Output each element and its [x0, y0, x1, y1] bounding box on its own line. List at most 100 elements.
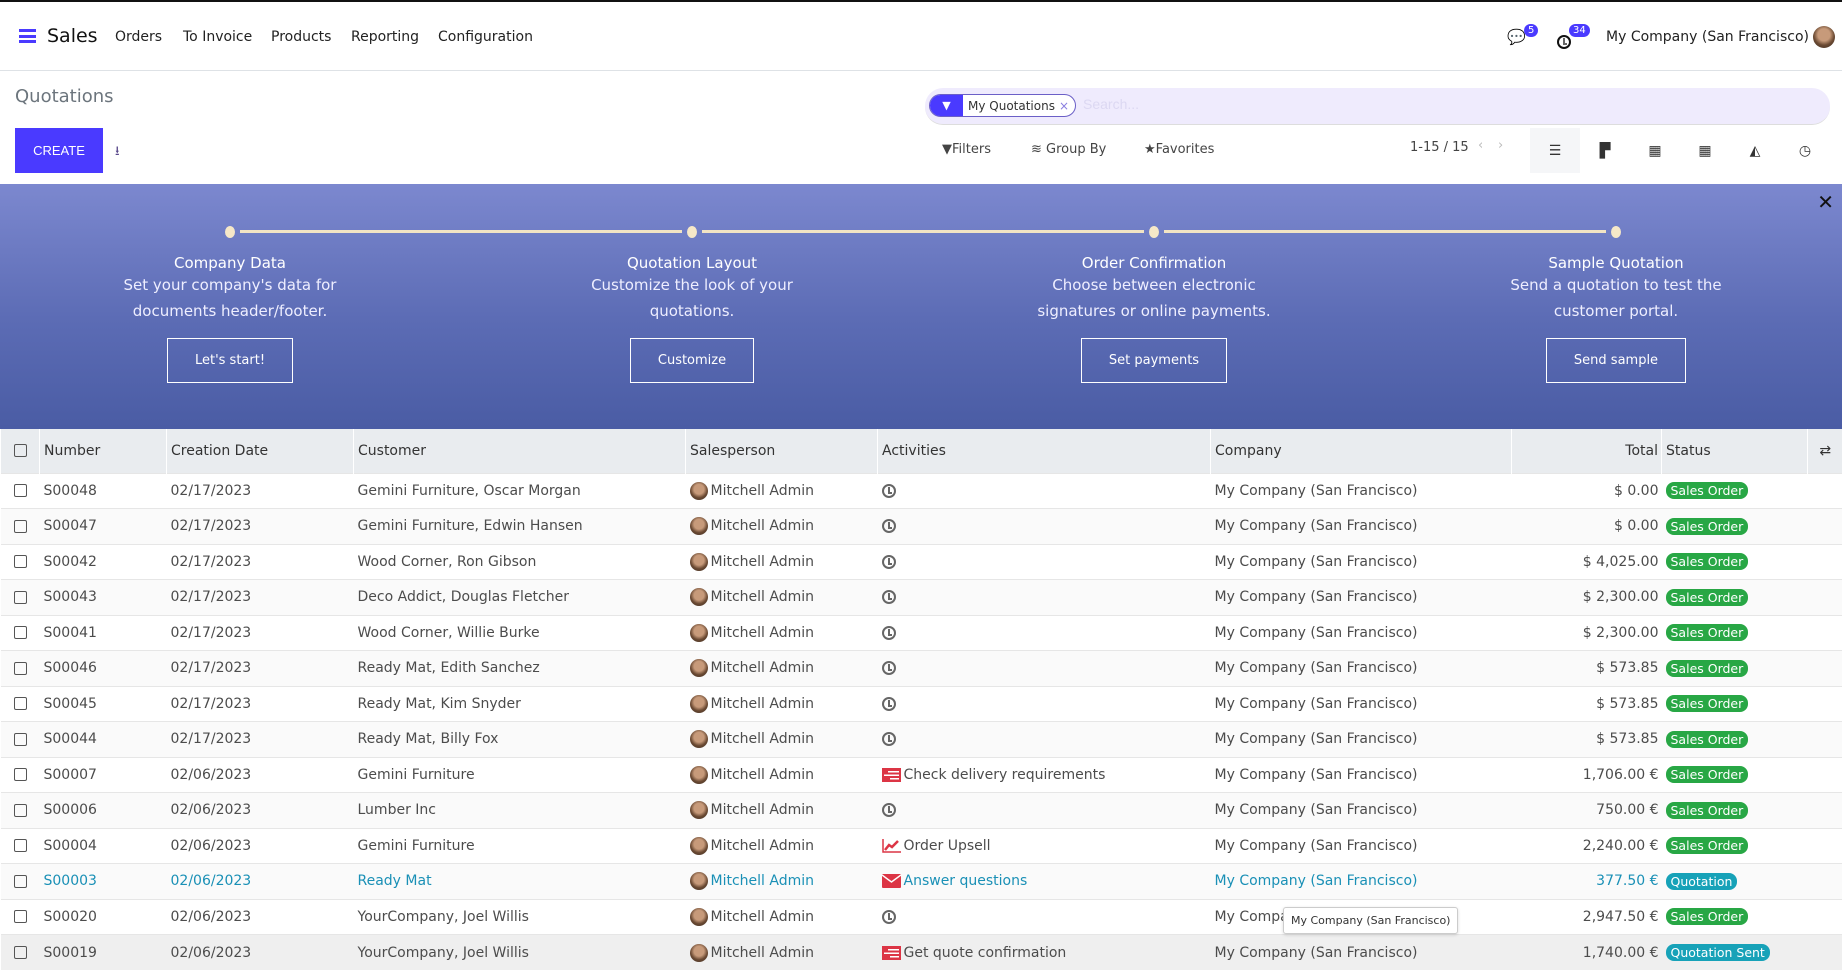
menu-icon[interactable] — [19, 29, 36, 43]
activity-envelope-icon[interactable] — [882, 873, 904, 889]
activity-summary[interactable]: Get quote confirmation — [904, 945, 1067, 961]
row-checkbox[interactable] — [14, 946, 27, 959]
row-checkbox[interactable] — [14, 662, 27, 675]
row-checkbox[interactable] — [14, 839, 27, 852]
cell-customer: Gemini Furniture — [354, 828, 686, 864]
cell-company: My Company (San Francisco) — [1211, 722, 1512, 758]
close-banner-icon[interactable]: ✕ — [1817, 190, 1834, 214]
table-row[interactable]: S0004702/17/2023Gemini Furniture, Edwin … — [1, 509, 1842, 545]
cell-date: 02/06/2023 — [167, 935, 354, 970]
app-name[interactable]: Sales — [47, 25, 98, 47]
col-creation-date[interactable]: Creation Date — [167, 429, 354, 473]
table-row[interactable]: S0004202/17/2023Wood Corner, Ron GibsonM… — [1, 544, 1842, 580]
activities-icon[interactable] — [1557, 35, 1571, 49]
table-row[interactable]: S0000402/06/2023Gemini FurnitureMitchell… — [1, 828, 1842, 864]
favorites-button[interactable]: ★Favorites — [1144, 142, 1214, 157]
cell-salesperson: Mitchell Admin — [711, 873, 815, 889]
cell-total: $ 0.00 — [1512, 509, 1662, 545]
row-checkbox[interactable] — [14, 520, 27, 533]
activity-clock-icon[interactable] — [882, 910, 896, 924]
table-row[interactable]: S0004402/17/2023Ready Mat, Billy FoxMitc… — [1, 722, 1842, 758]
download-icon[interactable]: ⭳ — [115, 142, 120, 164]
nav-reporting[interactable]: Reporting — [351, 29, 419, 45]
table-row[interactable]: S0004502/17/2023Ready Mat, Kim SnyderMit… — [1, 686, 1842, 722]
filters-button[interactable]: ▼Filters — [942, 142, 991, 157]
col-company[interactable]: Company — [1211, 429, 1512, 473]
activity-summary[interactable]: Check delivery requirements — [904, 767, 1106, 783]
col-customer[interactable]: Customer — [354, 429, 686, 473]
row-checkbox[interactable] — [14, 875, 27, 888]
nav-products[interactable]: Products — [271, 29, 331, 45]
user-avatar[interactable] — [1813, 26, 1835, 48]
activity-clock-icon[interactable] — [882, 732, 896, 746]
activity-clock-icon[interactable] — [882, 803, 896, 817]
set-payments-button[interactable]: Set payments — [1081, 338, 1227, 383]
step-quotation-layout: Quotation Layout Customize the look of y… — [542, 184, 842, 383]
graph-view-icon[interactable]: ◭ — [1730, 128, 1780, 173]
cell-number: S00007 — [40, 757, 167, 793]
row-checkbox[interactable] — [14, 910, 27, 923]
row-checkbox[interactable] — [14, 484, 27, 497]
row-checkbox[interactable] — [14, 626, 27, 639]
table-row[interactable]: S0000702/06/2023Gemini FurnitureMitchell… — [1, 757, 1842, 793]
pager-next-icon[interactable]: › — [1498, 138, 1503, 153]
cell-number: S00004 — [40, 828, 167, 864]
row-checkbox[interactable] — [14, 804, 27, 817]
group-by-button[interactable]: ≋ Group By — [1031, 142, 1106, 157]
table-row[interactable]: S0000602/06/2023Lumber IncMitchell Admin… — [1, 793, 1842, 829]
col-status[interactable]: Status — [1662, 429, 1808, 473]
table-row[interactable]: S0004602/17/2023Ready Mat, Edith Sanchez… — [1, 651, 1842, 687]
search-input[interactable] — [1083, 96, 1783, 112]
col-number[interactable]: Number — [40, 429, 167, 473]
pager-value[interactable]: 1-15 / 15 — [1410, 140, 1469, 155]
col-total[interactable]: Total — [1512, 429, 1662, 473]
remove-facet-icon[interactable]: × — [1059, 99, 1075, 113]
lets-start-button[interactable]: Let's start! — [167, 338, 293, 383]
table-row[interactable]: S0002002/06/2023YourCompany, Joel Willis… — [1, 899, 1842, 935]
row-checkbox[interactable] — [14, 697, 27, 710]
row-checkbox[interactable] — [14, 733, 27, 746]
select-all-checkbox[interactable] — [14, 444, 27, 457]
customize-button[interactable]: Customize — [630, 338, 754, 383]
activity-clock-icon[interactable] — [882, 661, 896, 675]
nav-to-invoice[interactable]: To Invoice — [183, 29, 252, 45]
activity-clock-icon[interactable] — [882, 519, 896, 533]
nav-configuration[interactable]: Configuration — [438, 29, 533, 45]
activity-clock-icon[interactable] — [882, 626, 896, 640]
pager-prev-icon[interactable]: ‹ — [1478, 138, 1483, 153]
row-checkbox[interactable] — [14, 768, 27, 781]
send-sample-button[interactable]: Send sample — [1546, 338, 1686, 383]
activity-summary[interactable]: Answer questions — [904, 873, 1028, 889]
calendar-view-icon[interactable]: ▦ — [1630, 128, 1680, 173]
table-row[interactable]: S0001902/06/2023YourCompany, Joel Willis… — [1, 935, 1842, 970]
optional-columns-icon[interactable]: ⇄ — [1808, 429, 1842, 473]
create-button[interactable]: CREATE — [15, 128, 103, 173]
activity-clock-icon[interactable] — [882, 697, 896, 711]
table-row[interactable]: S0004102/17/2023Wood Corner, Willie Burk… — [1, 615, 1842, 651]
onboarding-banner: Company Data Set your company's data for… — [0, 184, 1842, 429]
activity-clock-icon[interactable] — [882, 555, 896, 569]
col-salesperson[interactable]: Salesperson — [686, 429, 878, 473]
list-view-icon[interactable]: ☰ — [1530, 128, 1580, 173]
activity-tasks-icon[interactable] — [882, 767, 904, 783]
table-row[interactable]: S0004802/17/2023Gemini Furniture, Oscar … — [1, 473, 1842, 509]
pivot-view-icon[interactable]: ▦ — [1680, 128, 1730, 173]
activity-view-icon[interactable]: ◷ — [1780, 128, 1830, 173]
table-row[interactable]: S0000302/06/2023Ready MatMitchell AdminA… — [1, 864, 1842, 900]
company-switcher[interactable]: My Company (San Francisco) — [1606, 29, 1809, 45]
col-activities[interactable]: Activities — [878, 429, 1211, 473]
status-badge: Sales Order — [1666, 731, 1749, 748]
table-row[interactable]: S0004302/17/2023Deco Addict, Douglas Fle… — [1, 580, 1842, 616]
activity-clock-icon[interactable] — [882, 484, 896, 498]
row-checkbox[interactable] — [14, 555, 27, 568]
cell-date: 02/06/2023 — [167, 864, 354, 900]
messages-icon[interactable]: 💬 — [1507, 28, 1526, 46]
row-checkbox[interactable] — [14, 591, 27, 604]
activity-tasks-icon[interactable] — [882, 945, 904, 961]
nav-orders[interactable]: Orders — [115, 29, 162, 45]
cell-salesperson: Mitchell Admin — [711, 767, 815, 783]
activity-chart-icon[interactable] — [882, 838, 904, 854]
activity-clock-icon[interactable] — [882, 590, 896, 604]
activity-summary[interactable]: Order Upsell — [904, 838, 991, 854]
kanban-view-icon[interactable]: ▛ — [1580, 128, 1630, 173]
